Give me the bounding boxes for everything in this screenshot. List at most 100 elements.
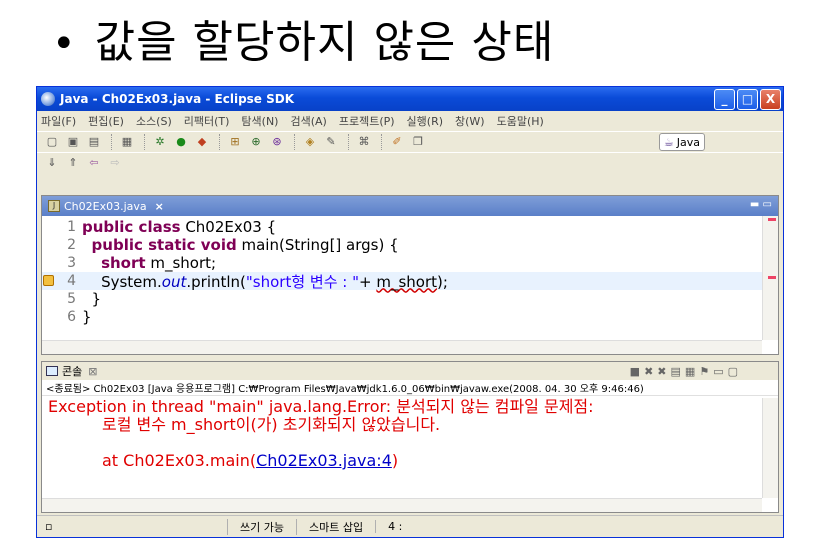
code-text: System. bbox=[101, 272, 162, 291]
toolbar-separator bbox=[348, 134, 350, 150]
menu-run[interactable]: 실행(R) bbox=[407, 113, 443, 129]
toolbar-separator bbox=[381, 134, 383, 150]
status-bar: ▫ 쓰기 가능 스마트 삽입 4 : bbox=[37, 515, 783, 537]
code-keyword: public static void bbox=[91, 236, 237, 254]
editor-tab[interactable]: J Ch02Ex03.java × bbox=[42, 196, 170, 216]
console-horizontal-scrollbar[interactable] bbox=[42, 498, 762, 512]
stack-trace-link[interactable]: Ch02Ex03.java:4 bbox=[256, 451, 392, 470]
code-keyword: short bbox=[101, 254, 146, 272]
slide-title: • 값을 할당하지 않은 상태 bbox=[52, 6, 554, 70]
new-class-icon[interactable]: ⊕ bbox=[247, 134, 265, 150]
close-tab-icon[interactable]: × bbox=[155, 200, 164, 213]
pin-console-icon[interactable]: ⚑ bbox=[699, 365, 709, 378]
code-text: Ch02Ex03 { bbox=[180, 218, 277, 236]
remove-all-icon[interactable]: ✖ bbox=[657, 365, 666, 378]
forward-icon[interactable]: ⇨ bbox=[106, 155, 124, 171]
overview-error-icon[interactable] bbox=[768, 276, 776, 279]
next-annotation-icon[interactable]: ⇓ bbox=[43, 155, 61, 171]
remove-launch-icon[interactable]: ✖ bbox=[644, 365, 653, 378]
console-toolbar: ■ ✖ ✖ ▤ ▦ ⚑ ▭ ▢ bbox=[630, 365, 738, 378]
copy-icon[interactable]: ❐ bbox=[409, 134, 427, 150]
terminate-icon[interactable]: ■ bbox=[630, 365, 640, 378]
console-view: 콘솔 ⊠ ■ ✖ ✖ ▤ ▦ ⚑ ▭ ▢ <종료됨> Ch02Ex03 [Jav… bbox=[41, 361, 779, 513]
code-field: out bbox=[161, 272, 187, 291]
close-button[interactable]: X bbox=[760, 88, 781, 110]
pencil-icon[interactable]: ✐ bbox=[388, 134, 406, 150]
error-marker-icon[interactable] bbox=[43, 275, 54, 286]
console-vertical-scrollbar[interactable] bbox=[762, 398, 778, 498]
line-number: 2 bbox=[67, 237, 76, 253]
console-status: <종료됨> Ch02Ex03 [Java 응용프로그램] C:₩Program … bbox=[42, 380, 778, 396]
perspective-switcher[interactable]: ☕ Java bbox=[658, 133, 705, 151]
error-line: 로컬 변수 m_short이(가) 초기화되지 않았습니다. bbox=[102, 415, 441, 434]
code-error-variable: m_short bbox=[376, 272, 438, 291]
new-interface-icon[interactable]: ⊛ bbox=[268, 134, 286, 150]
external-tools-icon[interactable]: ◆ bbox=[193, 134, 211, 150]
error-line: Exception in thread "main" java.lang.Err… bbox=[48, 397, 594, 416]
status-writable: 쓰기 가능 bbox=[227, 518, 296, 535]
console-tab-bar: 콘솔 ⊠ ■ ✖ ✖ ▤ ▦ ⚑ ▭ ▢ bbox=[42, 362, 778, 380]
search-icon[interactable]: ✎ bbox=[322, 134, 340, 150]
maximize-button[interactable]: □ bbox=[737, 88, 758, 110]
code-line: 2 public static void main(String[] args)… bbox=[42, 236, 762, 254]
menu-help[interactable]: 도움말(H) bbox=[497, 113, 544, 129]
console-tab-label[interactable]: 콘솔 bbox=[62, 363, 82, 379]
print-icon[interactable]: ▤ bbox=[85, 134, 103, 150]
console-icon bbox=[46, 366, 58, 376]
new-icon[interactable]: ▢ bbox=[43, 134, 61, 150]
fast-view-icon[interactable]: ▫ bbox=[37, 520, 227, 533]
code-line: 5 } bbox=[42, 290, 762, 308]
toolbar-separator bbox=[111, 134, 113, 150]
task-icon[interactable]: ⌘ bbox=[355, 134, 373, 150]
menu-navigate[interactable]: 탐색(N) bbox=[241, 113, 278, 129]
binary-icon[interactable]: ▦ bbox=[118, 134, 136, 150]
menu-window[interactable]: 창(W) bbox=[455, 113, 485, 129]
line-number: 3 bbox=[67, 255, 76, 271]
display-console-icon[interactable]: ▭ bbox=[713, 365, 723, 378]
close-console-icon[interactable]: ⊠ bbox=[88, 365, 97, 378]
line-number: 1 bbox=[67, 219, 76, 235]
menu-search[interactable]: 검색(A) bbox=[290, 113, 326, 129]
editor-horizontal-scrollbar[interactable] bbox=[42, 340, 762, 354]
window-titlebar: Java - Ch02Ex03.java - Eclipse SDK _ □ X bbox=[37, 87, 783, 111]
code-text: } bbox=[91, 290, 102, 308]
menu-file[interactable]: 파일(F) bbox=[41, 113, 76, 129]
main-toolbar: ▢ ▣ ▤ ▦ ✲ ● ◆ ⊞ ⊕ ⊛ ◈ ✎ ⌘ ✐ ❐ ☕ Java bbox=[37, 131, 783, 152]
overview-error-icon[interactable] bbox=[768, 218, 776, 221]
scroll-lock-icon[interactable]: ▤ bbox=[671, 365, 681, 378]
toolbar-separator bbox=[219, 134, 221, 150]
java-perspective-icon: ☕ bbox=[663, 135, 674, 149]
save-icon[interactable]: ▣ bbox=[64, 134, 82, 150]
open-console-icon[interactable]: ▢ bbox=[728, 365, 738, 378]
view-menu-icon[interactable]: ▬ ▭ bbox=[750, 199, 772, 210]
code-text: main(String[] args) { bbox=[236, 236, 399, 254]
eclipse-window: Java - Ch02Ex03.java - Eclipse SDK _ □ X… bbox=[36, 86, 784, 538]
open-type-icon[interactable]: ◈ bbox=[301, 134, 319, 150]
menu-project[interactable]: 프로젝트(P) bbox=[339, 113, 395, 129]
menu-bar: 파일(F) 편집(E) 소스(S) 리팩터(T) 탐색(N) 검색(A) 프로젝… bbox=[37, 111, 783, 131]
status-insert-mode: 스마트 삽입 bbox=[295, 518, 375, 535]
stack-trace-prefix: at Ch02Ex03.main( bbox=[102, 451, 257, 470]
menu-edit[interactable]: 편집(E) bbox=[88, 113, 124, 129]
menu-refactor[interactable]: 리팩터(T) bbox=[184, 113, 230, 129]
code-text: .println( bbox=[186, 272, 246, 291]
menu-source[interactable]: 소스(S) bbox=[136, 113, 172, 129]
console-output[interactable]: Exception in thread "main" java.lang.Err… bbox=[48, 398, 758, 470]
line-number: 6 bbox=[67, 309, 76, 325]
toolbar-separator bbox=[144, 134, 146, 150]
java-file-icon: J bbox=[48, 200, 60, 212]
new-package-icon[interactable]: ⊞ bbox=[226, 134, 244, 150]
debug-icon[interactable]: ✲ bbox=[151, 134, 169, 150]
editor-tab-label: Ch02Ex03.java bbox=[64, 199, 147, 213]
editor-vertical-scrollbar[interactable] bbox=[762, 216, 778, 340]
run-icon[interactable]: ● bbox=[172, 134, 190, 150]
prev-annotation-icon[interactable]: ⇑ bbox=[64, 155, 82, 171]
slide-title-text: 값을 할당하지 않은 상태 bbox=[94, 17, 555, 68]
code-text: ); bbox=[437, 272, 448, 291]
toolbar-separator bbox=[294, 134, 296, 150]
minimize-button[interactable]: _ bbox=[714, 88, 735, 110]
code-area[interactable]: 1 public class Ch02Ex03 { 2 public stati… bbox=[42, 216, 762, 340]
word-wrap-icon[interactable]: ▦ bbox=[685, 365, 695, 378]
code-string: "short형 변수 : " bbox=[245, 272, 360, 291]
back-icon[interactable]: ⇦ bbox=[85, 155, 103, 171]
